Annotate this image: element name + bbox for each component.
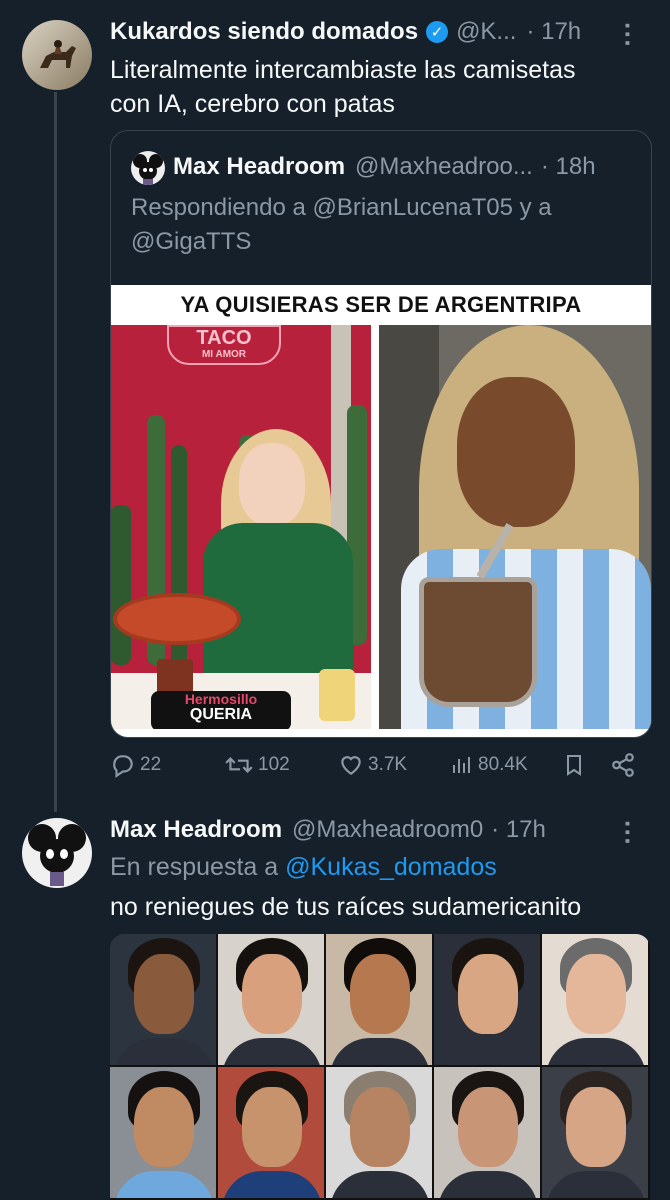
more-options-icon[interactable]: ··· bbox=[613, 22, 643, 48]
portrait-shoulders bbox=[330, 1038, 430, 1065]
view-count: 80.4K bbox=[478, 754, 528, 775]
placemat: Hermosillo QUERIA bbox=[151, 691, 291, 729]
quoted-tweet-card[interactable]: Max Headroom @Maxheadroo... · 18h Respon… bbox=[110, 130, 652, 738]
heart-icon bbox=[341, 756, 361, 775]
grid-portrait bbox=[542, 934, 648, 1065]
handle[interactable]: @Maxheadroom0 bbox=[292, 816, 483, 844]
grid-portrait bbox=[326, 934, 432, 1065]
portrait-shoulders bbox=[222, 1171, 322, 1198]
face bbox=[239, 443, 305, 525]
reply-context-line: Respondiendo a @BrianLucenaT05 y a bbox=[131, 194, 552, 221]
grid-portrait bbox=[110, 1067, 216, 1198]
reply-to-link[interactable]: @Kukas_domados bbox=[285, 853, 497, 881]
portrait-face bbox=[134, 1087, 194, 1167]
portrait-face bbox=[134, 954, 194, 1034]
neon-sign-subtext: MI AMOR bbox=[201, 349, 247, 360]
tweet-text: no reniegues de tus raíces sudamericanit… bbox=[110, 893, 582, 921]
cactus bbox=[111, 505, 131, 665]
reply-context-line: @GigaTTS bbox=[131, 228, 252, 255]
reply-prefix: En respuesta a bbox=[110, 853, 279, 881]
portrait-face bbox=[458, 1087, 518, 1167]
reply-count: 22 bbox=[140, 754, 162, 775]
taco-plate bbox=[113, 593, 241, 645]
portrait-face bbox=[350, 954, 410, 1034]
tweet-text-line: con IA, cerebro con patas bbox=[110, 90, 395, 118]
portrait-face bbox=[350, 1087, 410, 1167]
display-name[interactable]: Max Headroom bbox=[110, 816, 282, 844]
bookmark-icon bbox=[567, 755, 581, 776]
timestamp[interactable]: · 17h bbox=[526, 18, 581, 46]
portrait-shoulders bbox=[114, 1038, 214, 1065]
quoted-header: Max Headroom @Maxheadroo... · 18h bbox=[173, 153, 596, 181]
portrait-shoulders bbox=[546, 1171, 646, 1198]
more-options-icon[interactable]: ··· bbox=[613, 820, 643, 846]
share-button[interactable] bbox=[610, 752, 640, 778]
portrait-shoulders bbox=[114, 1171, 214, 1198]
portrait-face bbox=[242, 1087, 302, 1167]
quoted-reply-context: Respondiendo a @BrianLucenaT05 y a @Giga… bbox=[131, 191, 552, 259]
portrait-shoulders bbox=[438, 1038, 538, 1065]
placemat-text: Hermosillo bbox=[184, 691, 258, 707]
attached-image[interactable] bbox=[110, 934, 650, 1200]
avatar[interactable] bbox=[22, 818, 92, 888]
mate-cup bbox=[419, 577, 537, 707]
retweet-button[interactable]: 102 bbox=[224, 752, 290, 778]
placemat-text: QUERIA bbox=[189, 706, 253, 723]
grid-portrait bbox=[326, 1067, 432, 1198]
like-count: 3.7K bbox=[368, 754, 408, 775]
mouse-head-icon bbox=[133, 154, 163, 185]
face bbox=[457, 377, 575, 527]
sauce-bottle bbox=[319, 669, 355, 721]
timestamp[interactable]: · 17h bbox=[491, 816, 546, 844]
portrait-shoulders bbox=[438, 1171, 538, 1198]
quoted-display-name: Max Headroom bbox=[173, 153, 346, 180]
mouse-head-icon bbox=[28, 824, 86, 886]
portrait-face bbox=[566, 954, 626, 1034]
tweet-action-bar: 22 102 3.7K 80.4K bbox=[110, 752, 650, 786]
tweet-text: Literalmente intercambiaste las camiseta… bbox=[110, 53, 575, 121]
portrait-shoulders bbox=[330, 1171, 430, 1198]
display-name[interactable]: Kukardos siendo domados bbox=[110, 18, 418, 46]
portrait-face bbox=[242, 954, 302, 1034]
quoted-avatar bbox=[131, 151, 165, 185]
tweet-header: Max Headroom @Maxheadroom0 · 17h bbox=[110, 816, 546, 844]
horse-rider-icon bbox=[40, 40, 76, 68]
meme-image[interactable]: YA QUISIERAS SER DE ARGENTRIPA TACO MI A… bbox=[111, 285, 651, 737]
reply-context: En respuesta a @Kukas_domados bbox=[110, 850, 497, 884]
reply-icon bbox=[113, 755, 133, 778]
retweet-icon bbox=[225, 757, 253, 773]
left-photo-panel: TACO MI AMOR Hermosillo QUERIA bbox=[111, 325, 371, 729]
retweet-count: 102 bbox=[258, 754, 290, 775]
thread-connector-line bbox=[54, 92, 57, 812]
panel-divider bbox=[371, 325, 379, 729]
share-icon bbox=[612, 753, 634, 777]
bookmark-button[interactable] bbox=[562, 752, 590, 778]
reply-button[interactable]: 22 bbox=[110, 752, 161, 778]
handle[interactable]: @K... bbox=[456, 18, 516, 46]
verified-badge-icon: ✓ bbox=[426, 21, 449, 43]
quoted-handle: @Maxheadroo... bbox=[355, 153, 533, 180]
portrait-shoulders bbox=[546, 1038, 646, 1065]
grid-portrait bbox=[110, 934, 216, 1065]
tweet-header: Kukardos siendo domados ✓ @K... · 17h bbox=[110, 18, 581, 46]
avatar[interactable] bbox=[22, 20, 92, 90]
views-button[interactable]: 80.4K bbox=[450, 752, 528, 778]
tweet-text-line: Literalmente intercambiaste las camiseta… bbox=[110, 56, 576, 84]
grid-portrait bbox=[434, 934, 540, 1065]
neon-sign: TACO MI AMOR bbox=[167, 325, 281, 365]
portrait-face bbox=[566, 1087, 626, 1167]
grid-portrait bbox=[218, 1067, 324, 1198]
grid-portrait bbox=[434, 1067, 540, 1198]
right-photo-panel bbox=[379, 325, 651, 729]
neon-sign-text: TACO bbox=[196, 327, 252, 349]
like-button[interactable]: 3.7K bbox=[338, 752, 407, 778]
meme-title: YA QUISIERAS SER DE ARGENTRIPA bbox=[180, 292, 582, 317]
analytics-icon bbox=[453, 757, 470, 773]
grid-portrait bbox=[218, 934, 324, 1065]
grid-portrait bbox=[542, 1067, 648, 1198]
portrait-shoulders bbox=[222, 1038, 322, 1065]
portrait-face bbox=[458, 954, 518, 1034]
quoted-timestamp: · 18h bbox=[540, 153, 596, 180]
